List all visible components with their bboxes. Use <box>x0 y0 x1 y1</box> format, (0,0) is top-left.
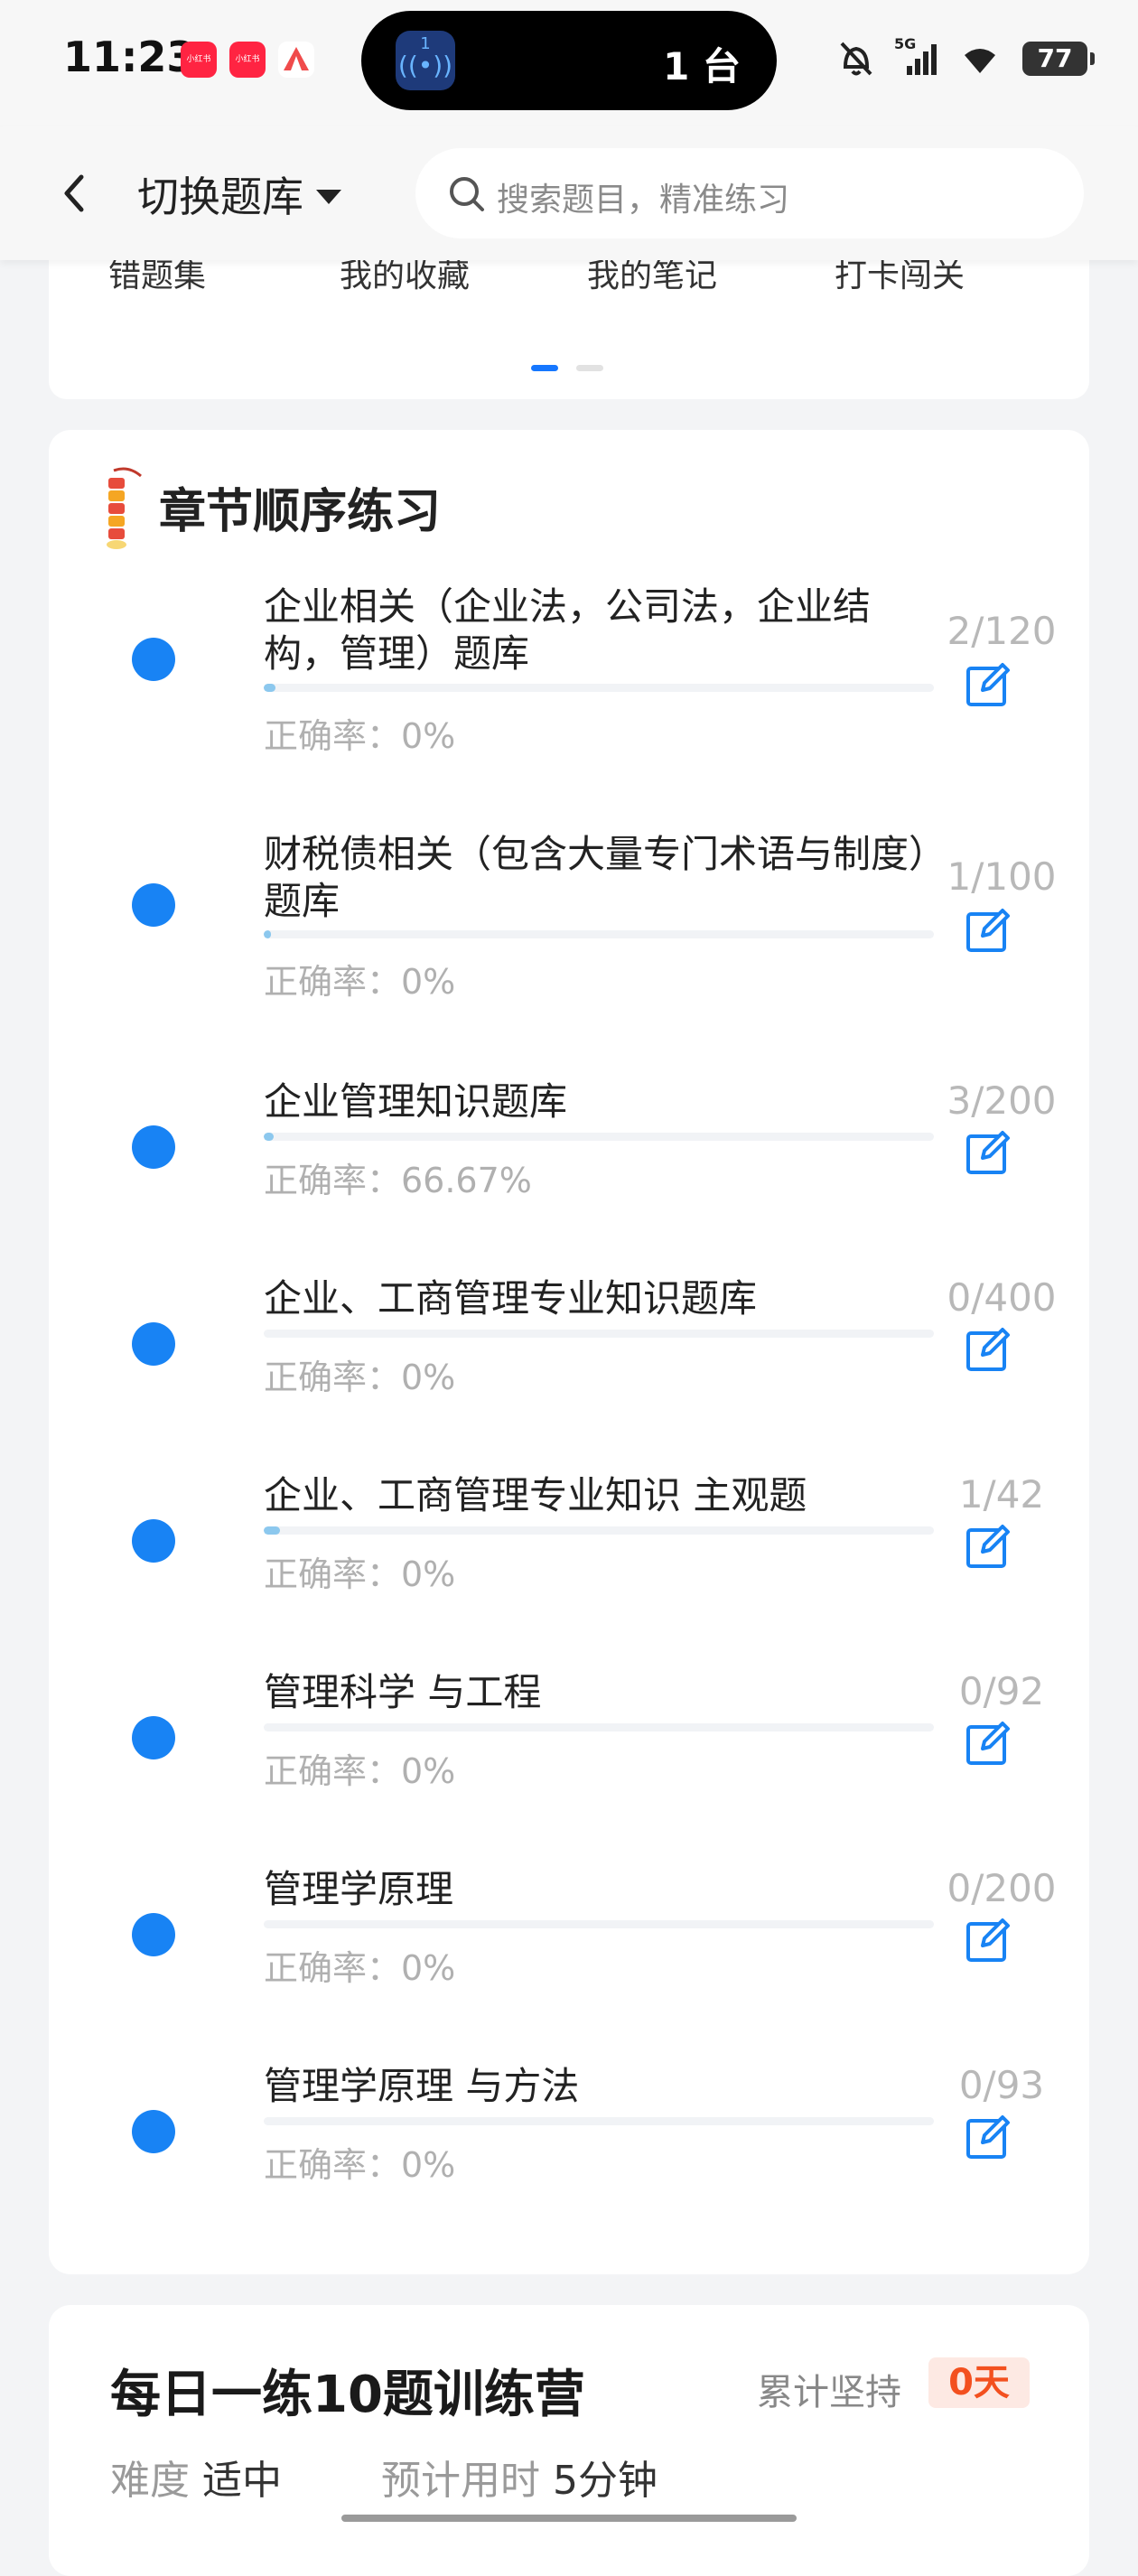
chapter-item-title: 企业、工商管理专业知识 主观题 <box>264 1473 807 1517</box>
time-label: 预计用时 <box>381 2458 540 2504</box>
edit-icon[interactable] <box>963 1915 1013 1965</box>
accuracy-text: 正确率：0% <box>264 716 456 756</box>
progress-fill <box>264 1133 275 1141</box>
cast-app-icon: 1 ((•)) <box>396 31 455 90</box>
accuracy-text: 正确率：0% <box>264 1358 456 1397</box>
search-icon <box>450 177 484 211</box>
edit-icon[interactable] <box>963 2112 1013 2162</box>
chapter-item-title: 财税债相关（包含大量专门术语与制度）题库 <box>264 832 928 923</box>
chapter-item-title: 企业管理知识题库 <box>264 1079 568 1124</box>
chapter-item-title: 企业、工商管理专业知识题库 <box>264 1276 758 1321</box>
wifi-icon <box>965 49 995 73</box>
bullet-dot <box>132 1322 175 1366</box>
chapter-item-title: 管理学原理 <box>264 1867 454 1911</box>
progress-count: 3/200 <box>947 1078 1057 1123</box>
daily-practice-card[interactable]: 每日一练10题训练营 累计坚持 0天 难度 适中 预计用时 5分钟 <box>49 2305 1089 2576</box>
xiaohongshu-icon: 小红书 <box>229 42 266 78</box>
chapter-item-title: 管理学原理 与方法 <box>264 2064 580 2108</box>
accuracy-text: 正确率：0% <box>264 962 456 1002</box>
accuracy-text: 正确率：0% <box>264 2145 456 2185</box>
chapter-title: 章节顺序练习 <box>159 484 442 539</box>
switch-library-dropdown[interactable]: 切换题库 <box>137 164 341 224</box>
island-device-count: 1 台 <box>663 44 741 89</box>
library-title: 切换题库 <box>137 173 303 221</box>
persist-label: 累计坚持 <box>757 2372 901 2413</box>
status-time: 11:23 <box>63 33 196 81</box>
edit-icon[interactable] <box>963 659 1013 710</box>
bullet-dot <box>132 1125 175 1169</box>
edit-icon[interactable] <box>963 1127 1013 1178</box>
time-info: 预计用时 5分钟 <box>381 2448 658 2506</box>
accuracy-text: 正确率：0% <box>264 1948 456 1988</box>
progress-bar <box>264 684 934 692</box>
accuracy-text: 正确率：0% <box>264 1751 456 1791</box>
progress-fill <box>264 1526 280 1535</box>
firecracker-icon <box>107 467 142 549</box>
chevron-left-icon[interactable] <box>49 166 103 220</box>
edit-icon[interactable] <box>963 1521 1013 1572</box>
progress-count: 0/400 <box>947 1275 1057 1320</box>
chapter-header: 章节顺序练习 <box>101 466 442 549</box>
bullet-dot <box>132 1716 175 1759</box>
bullet-dot <box>132 883 175 927</box>
xiaohongshu-icon: 小红书 <box>181 42 217 78</box>
progress-count: 1/100 <box>947 854 1057 899</box>
header-bar: 切换题库 搜索题目，精准练习 <box>0 126 1138 260</box>
broadcast-icon: ((•)) <box>397 51 453 80</box>
progress-bar <box>264 1723 934 1731</box>
progress-count: 0/93 <box>958 2063 1045 2107</box>
progress-bar <box>264 1920 934 1928</box>
search-bar[interactable]: 搜索题目，精准练习 <box>415 148 1084 238</box>
progress-bar <box>264 930 934 938</box>
battery-icon: 77 <box>1022 42 1095 76</box>
progress-fill <box>264 684 275 692</box>
caret-down-icon <box>316 190 341 204</box>
page-indicator <box>531 365 603 371</box>
progress-count: 1/42 <box>958 1472 1045 1517</box>
bullet-dot <box>132 638 175 681</box>
streak-badge: 0天 <box>928 2357 1030 2408</box>
chapter-item-title: 管理科学 与工程 <box>264 1670 542 1714</box>
home-indicator[interactable] <box>341 2515 797 2522</box>
bullet-dot <box>132 1519 175 1563</box>
accuracy-text: 正确率：0% <box>264 1554 456 1594</box>
signal-icon: 5G <box>894 35 937 77</box>
mute-bell-icon <box>840 42 872 76</box>
accuracy-text: 正确率：66.67% <box>264 1161 532 1200</box>
progress-bar <box>264 1133 934 1141</box>
time-value: 5分钟 <box>553 2458 658 2504</box>
system-icons: 5G 77 <box>838 35 1095 81</box>
edit-icon[interactable] <box>963 1718 1013 1769</box>
bullet-dot <box>132 2110 175 2153</box>
chapter-item-title: 企业相关（企业法，公司法，企业结构，管理）题库 <box>264 584 872 676</box>
progress-bar <box>264 1330 934 1338</box>
dynamic-island[interactable]: 1 ((•)) 1 台 <box>361 11 777 110</box>
progress-bar <box>264 1526 934 1535</box>
progress-count: 2/120 <box>947 609 1057 653</box>
progress-bar <box>264 2117 934 2125</box>
chapter-practice-card: 章节顺序练习 企业相关（企业法，公司法，企业结构，管理）题库 正确率：0% 2/… <box>49 430 1089 2274</box>
red-tent-app-icon <box>278 42 314 78</box>
difficulty-info: 难度 适中 <box>110 2448 282 2506</box>
difficulty-value: 适中 <box>202 2458 282 2504</box>
progress-count: 0/92 <box>958 1669 1045 1713</box>
edit-icon[interactable] <box>963 905 1013 956</box>
bullet-dot <box>132 1913 175 1956</box>
daily-camp-title: 每日一练10题训练营 <box>110 2366 585 2424</box>
page-dot-active <box>531 365 558 371</box>
page-dot <box>576 365 603 371</box>
status-bar: 11:23 小红书 小红书 1 ((•)) 1 台 5G 77 <box>0 0 1138 126</box>
search-placeholder: 搜索题目，精准练习 <box>497 182 790 219</box>
edit-icon[interactable] <box>963 1324 1013 1375</box>
progress-count: 0/200 <box>947 1866 1057 1910</box>
progress-fill <box>264 930 271 938</box>
difficulty-label: 难度 <box>110 2458 190 2504</box>
